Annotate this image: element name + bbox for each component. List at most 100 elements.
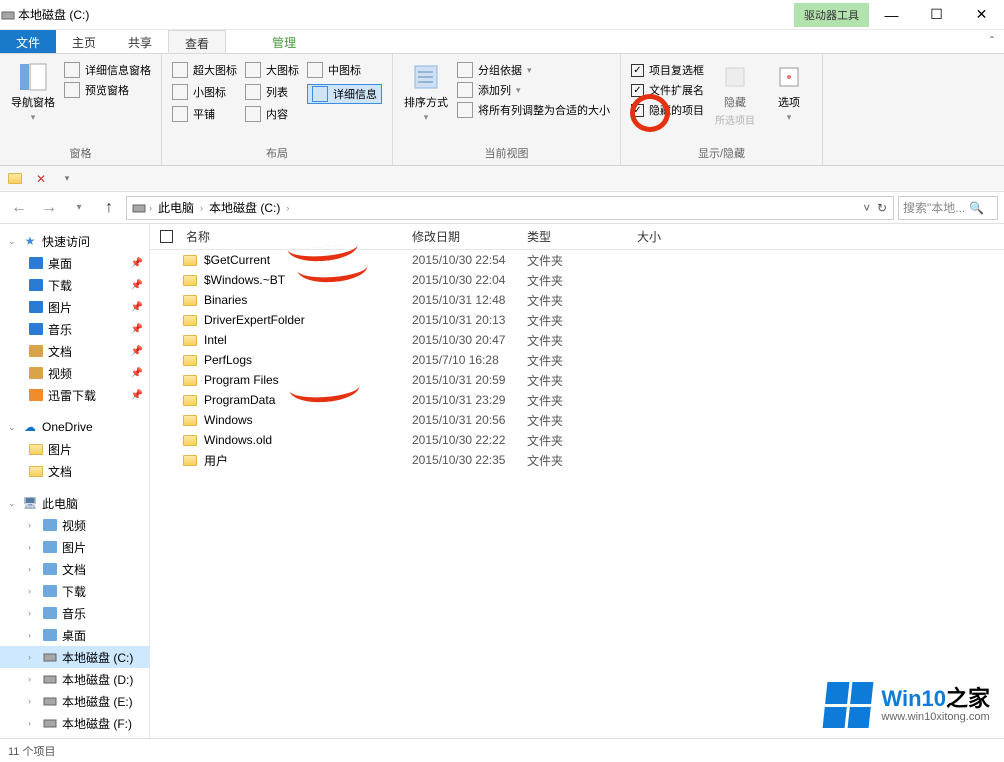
layout-xl[interactable]: 超大图标 (172, 62, 237, 78)
collapse-ribbon-icon[interactable]: ˆ (990, 34, 994, 48)
file-row[interactable]: Binaries 2015/10/31 12:48 文件夹 (150, 290, 1004, 310)
nav-pc-item[interactable]: ›本地磁盘 (E:) (0, 690, 149, 712)
tab-file[interactable]: 文件 (0, 30, 56, 53)
detail-pane-button[interactable]: 详细信息窗格 (64, 62, 151, 78)
layout-tiles[interactable]: 平铺 (172, 106, 237, 122)
fit-col-icon (457, 102, 473, 118)
col-name[interactable]: 名称 (182, 228, 412, 245)
tab-share[interactable]: 共享 (112, 30, 168, 53)
nav-tree[interactable]: ⌄★快速访问桌面📌下载📌图片📌音乐📌文档📌视频📌迅雷下载📌⌄☁OneDrive图… (0, 224, 150, 738)
watermark-url: www.win10xitong.com (881, 711, 990, 723)
tab-manage[interactable]: 管理 (256, 30, 312, 53)
nav-onedrive-item[interactable]: 文档 (0, 460, 149, 482)
nav-onedrive[interactable]: ⌄☁OneDrive (0, 416, 149, 438)
select-all-checkbox[interactable] (160, 230, 173, 243)
tab-home[interactable]: 主页 (56, 30, 112, 53)
pin-icon: 📌 (131, 390, 143, 401)
layout-content[interactable]: 内容 (245, 106, 299, 122)
col-size[interactable]: 大小 (637, 228, 717, 245)
file-row[interactable]: PerfLogs 2015/7/10 16:28 文件夹 (150, 350, 1004, 370)
col-date[interactable]: 修改日期 (412, 228, 527, 245)
col-type[interactable]: 类型 (527, 228, 637, 245)
item-checkboxes-toggle[interactable]: ✓项目复选框 (631, 62, 704, 78)
nav-pc-item[interactable]: ›文档 (0, 558, 149, 580)
file-row[interactable]: ProgramData 2015/10/31 23:29 文件夹 (150, 390, 1004, 410)
layout-s[interactable]: 小图标 (172, 84, 237, 100)
nav-onedrive-item[interactable]: 图片 (0, 438, 149, 460)
nav-quick-item[interactable]: 图片📌 (0, 296, 149, 318)
file-type: 文件夹 (527, 432, 637, 449)
nav-pc-item[interactable]: ›图片 (0, 536, 149, 558)
preview-pane-button[interactable]: 预览窗格 (64, 82, 151, 98)
nav-quick-access[interactable]: ⌄★快速访问 (0, 230, 149, 252)
forward-button[interactable]: → (36, 195, 62, 221)
nav-pc-item[interactable]: ›音乐 (0, 602, 149, 624)
minimize-button[interactable]: — (869, 0, 914, 30)
column-headers[interactable]: 名称 修改日期 类型 大小 (150, 224, 1004, 250)
nav-quick-item[interactable]: 视频📌 (0, 362, 149, 384)
pin-icon: 📌 (131, 258, 143, 269)
nav-pane-button[interactable]: 导航窗格 ▾ (10, 58, 56, 142)
up-button[interactable]: ↑ (96, 195, 122, 221)
pin-icon: 📌 (131, 368, 143, 379)
close-button[interactable]: ✕ (959, 0, 1004, 30)
layout-list[interactable]: 列表 (245, 84, 299, 100)
recent-dropdown[interactable]: ▾ (66, 195, 92, 221)
layout-details[interactable]: 详细信息 (307, 84, 382, 104)
maximize-button[interactable]: ☐ (914, 0, 959, 30)
group-by-button[interactable]: 分组依据▾ (457, 62, 610, 78)
nav-pc-item[interactable]: ›本地磁盘 (C:) (0, 646, 149, 668)
sort-button[interactable]: 排序方式 ▾ (403, 58, 449, 142)
fit-columns-button[interactable]: 将所有列调整为合适的大小 (457, 102, 610, 118)
crumb-thispc[interactable]: 此电脑 (154, 199, 198, 216)
tab-view[interactable]: 查看 (168, 30, 226, 53)
file-row[interactable]: Program Files 2015/10/31 20:59 文件夹 (150, 370, 1004, 390)
file-row[interactable]: Windows 2015/10/31 20:56 文件夹 (150, 410, 1004, 430)
dropdown-icon[interactable]: ▾ (58, 170, 76, 188)
nav-pc-item[interactable]: ›桌面 (0, 624, 149, 646)
hide-selected-button[interactable]: 隐藏 所选项目 (712, 58, 758, 142)
tool-tab[interactable]: 驱动器工具 (794, 3, 869, 27)
search-box[interactable]: 搜索"本地... 🔍 (898, 196, 998, 220)
address-bar[interactable]: › 此电脑 › 本地磁盘 (C:) › ˅ ↻ (126, 196, 894, 220)
file-ext-toggle[interactable]: ✓文件扩展名 (631, 82, 704, 98)
chevron-right-icon[interactable]: › (200, 203, 203, 213)
watermark: Win10之家 www.win10xitong.com (825, 682, 990, 728)
add-column-button[interactable]: 添加列▾ (457, 82, 610, 98)
hidden-items-toggle[interactable]: ✓隐藏的项目 (631, 102, 704, 118)
layout-l[interactable]: 大图标 (245, 62, 299, 78)
nav-pc-item[interactable]: ›本地磁盘 (F:) (0, 712, 149, 734)
file-row[interactable]: $Windows.~BT 2015/10/30 22:04 文件夹 (150, 270, 1004, 290)
file-row[interactable]: Windows.old 2015/10/30 22:22 文件夹 (150, 430, 1004, 450)
nav-thispc[interactable]: ⌄🖥此电脑 (0, 492, 149, 514)
nav-quick-item[interactable]: 桌面📌 (0, 252, 149, 274)
file-date: 2015/10/30 22:04 (412, 273, 527, 287)
nav-quick-item[interactable]: 文档📌 (0, 340, 149, 362)
file-type: 文件夹 (527, 372, 637, 389)
nav-pc-item[interactable]: ›本地磁盘 (D:) (0, 668, 149, 690)
nav-pc-item[interactable]: ›视频 (0, 514, 149, 536)
file-date: 2015/10/31 20:59 (412, 373, 527, 387)
nav-pc-item[interactable]: ›下载 (0, 580, 149, 602)
delete-icon[interactable]: ✕ (32, 170, 50, 188)
file-row[interactable]: Intel 2015/10/30 20:47 文件夹 (150, 330, 1004, 350)
quick-access-toolbar: ✕ ▾ (0, 166, 1004, 192)
folder-icon[interactable] (6, 170, 24, 188)
l-icon (245, 62, 261, 78)
options-button[interactable]: 选项 ▾ (766, 58, 812, 142)
nav-quick-item[interactable]: 音乐📌 (0, 318, 149, 340)
chevron-right-icon[interactable]: › (286, 203, 289, 213)
refresh-history-buttons[interactable]: ˅ ↻ (857, 201, 893, 215)
watermark-logo-icon (823, 682, 874, 728)
file-row[interactable]: 用户 2015/10/30 22:35 文件夹 (150, 450, 1004, 470)
file-row[interactable]: DriverExpertFolder 2015/10/31 20:13 文件夹 (150, 310, 1004, 330)
file-row[interactable]: $GetCurrent 2015/10/30 22:54 文件夹 (150, 250, 1004, 270)
chevron-right-icon[interactable]: › (149, 203, 152, 213)
folder-icon (42, 539, 58, 555)
crumb-drive[interactable]: 本地磁盘 (C:) (205, 199, 284, 216)
back-button[interactable]: ← (6, 195, 32, 221)
nav-quick-item[interactable]: 迅雷下载📌 (0, 384, 149, 406)
file-date: 2015/10/30 22:35 (412, 453, 527, 467)
nav-quick-item[interactable]: 下载📌 (0, 274, 149, 296)
layout-m[interactable]: 中图标 (307, 62, 382, 78)
